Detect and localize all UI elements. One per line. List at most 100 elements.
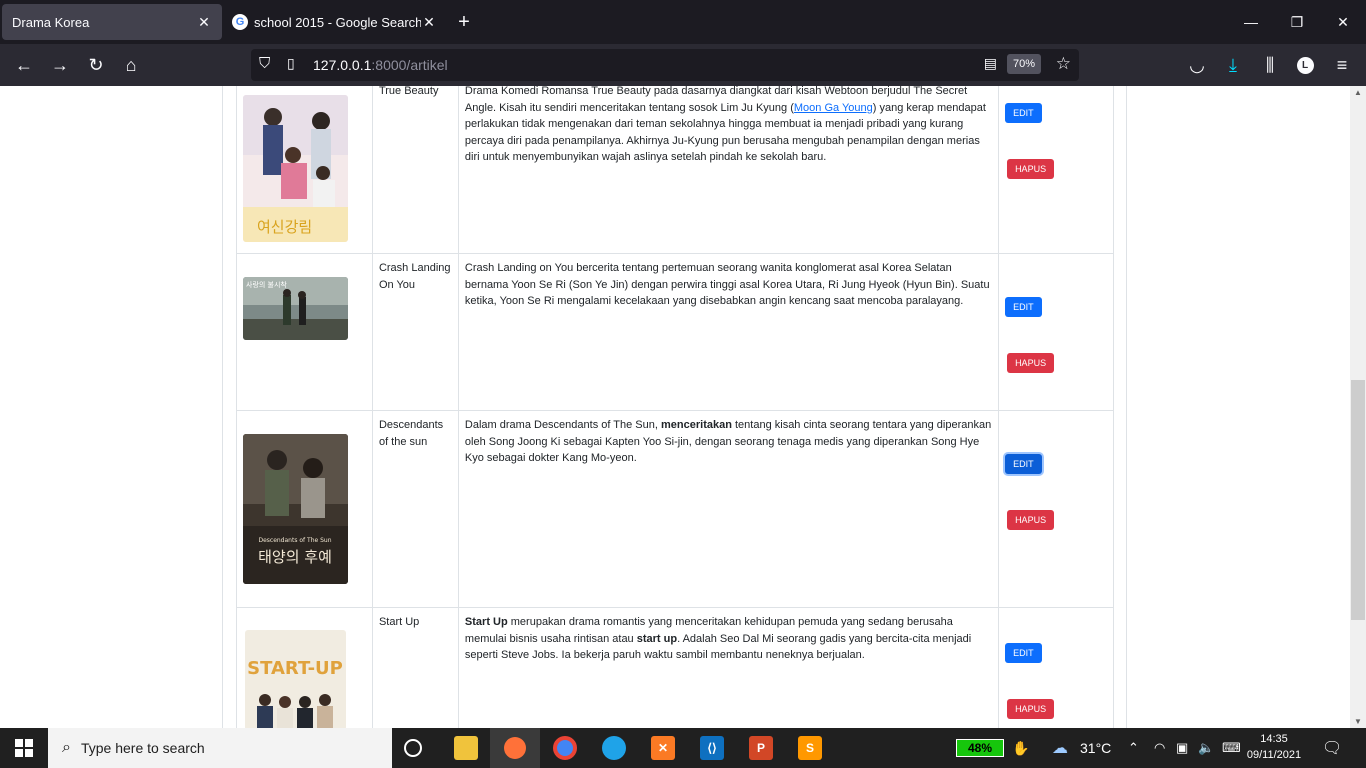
menu-icon[interactable]: ≡ (1329, 52, 1355, 78)
description-bold: Start Up (464, 616, 508, 628)
minimize-icon[interactable]: — (1228, 0, 1274, 44)
scroll-down-icon[interactable]: ▼ (1354, 717, 1362, 726)
description-cell: Start Up merupakan drama romantis yang m… (457, 607, 1000, 728)
forward-icon[interactable]: → (47, 52, 73, 78)
actor-link[interactable]: Moon Ga Young (794, 102, 873, 114)
poster-start-up: START-UP (245, 630, 346, 728)
poster-true-beauty: 여신강림 (243, 95, 348, 242)
date: 09/11/2021 (1246, 749, 1302, 761)
close-tab-icon[interactable]: ✕ (421, 14, 437, 31)
description-cell: Crash Landing on You bercerita tentang p… (457, 253, 1000, 411)
page-icon[interactable]: ▯ (287, 55, 295, 72)
svg-text:태양의 후예: 태양의 후예 (258, 548, 332, 566)
table-row: START-UP Start Up Start Up merupakan dra… (236, 607, 1114, 728)
drama-title: Descendants of the sun (378, 419, 444, 448)
reload-icon[interactable]: ↻ (83, 52, 109, 78)
poster-cell: 여신강림 (236, 86, 373, 254)
description-bold: start up (636, 632, 678, 645)
notifications-icon[interactable]: 🗨 (1322, 728, 1342, 768)
bookmark-star-icon[interactable]: ☆ (1056, 54, 1071, 74)
edit-button[interactable]: EDIT (1005, 103, 1042, 123)
url-bar[interactable]: ⛉ ▯ 127.0.0.1:8000/artikel ▤ 70% ☆ (251, 49, 1079, 81)
close-tab-icon[interactable]: ✕ (196, 14, 212, 31)
svg-text:여신강림: 여신강림 (257, 218, 312, 236)
close-window-icon[interactable]: ✕ (1320, 0, 1366, 44)
tab-label: school 2015 - Google Search (254, 14, 421, 30)
edit-button[interactable]: EDIT (1005, 643, 1042, 663)
google-icon: G (232, 14, 248, 30)
download-icon[interactable]: ⤓ (1220, 52, 1246, 78)
language-icon[interactable]: ⌨ (1222, 728, 1241, 768)
edit-button[interactable]: EDIT (1005, 297, 1042, 317)
xampp-icon[interactable]: ✕ (651, 736, 675, 760)
delete-button[interactable]: HAPUS (1007, 159, 1055, 179)
scroll-up-icon[interactable]: ▲ (1354, 88, 1362, 97)
wifi-icon[interactable]: ◠ (1154, 728, 1165, 768)
volume-icon[interactable]: 🔈 (1198, 728, 1214, 768)
chevron-up-icon[interactable]: ⌃ (1128, 728, 1139, 768)
poster-cell: 사랑의 불시착 (236, 253, 373, 411)
delete-button[interactable]: HAPUS (1007, 510, 1055, 530)
poster-descendants-of-the-sun: Descendants of The Sun 태양의 후예 (243, 434, 348, 584)
title-cell: Descendants of the sun (371, 410, 459, 608)
edit-button[interactable]: EDIT (1005, 454, 1042, 474)
table-row: 여신강림 True Beauty Drama Komedi Romansa Tr… (236, 86, 1114, 254)
description-cell: Dalam drama Descendants of The Sun, menc… (457, 410, 1000, 608)
table-row: Descendants of The Sun 태양의 후예 Descendant… (236, 410, 1114, 608)
shield-icon[interactable]: ⛉ (259, 55, 270, 72)
svg-text:사랑의 불시착: 사랑의 불시착 (246, 280, 287, 289)
temperature[interactable]: 31°C (1080, 728, 1111, 768)
vscode-icon[interactable]: ⟨⟩ (700, 736, 724, 760)
sublime-text-icon[interactable]: S (798, 736, 822, 760)
search-icon: ⌕ (62, 739, 71, 756)
title-cell: Crash Landing On You (371, 253, 459, 411)
tab-bar: Drama Korea ✕ G school 2015 - Google Sea… (0, 0, 1366, 44)
delete-button[interactable]: HAPUS (1007, 699, 1055, 719)
edge-icon[interactable] (602, 736, 626, 760)
account-icon[interactable]: L (1292, 52, 1318, 78)
page-content: 여신강림 True Beauty Drama Komedi Romansa Tr… (0, 86, 1350, 728)
library-icon[interactable]: ⫼ (1257, 52, 1283, 78)
tab-drama-korea[interactable]: Drama Korea ✕ (2, 4, 222, 40)
firefox-icon (504, 737, 526, 759)
touch-icon[interactable]: ✋ (1012, 728, 1029, 768)
new-tab-button[interactable]: + (447, 4, 481, 40)
scrollbar-thumb[interactable] (1351, 380, 1365, 620)
url-text: 127.0.0.1:8000/artikel (313, 57, 448, 73)
windows-icon (15, 739, 33, 757)
action-cell: EDIT HAPUS (998, 86, 1114, 254)
poster-cell: Descendants of The Sun 태양의 후예 (236, 410, 373, 608)
time: 14:35 (1260, 733, 1288, 745)
description-text: Dalam drama Descendants of The Sun, (464, 419, 661, 431)
start-button[interactable] (0, 728, 48, 768)
poster-caption: START-UP (247, 658, 343, 679)
action-cell: EDIT HAPUS (998, 410, 1114, 608)
clock[interactable]: 14:35 09/11/2021 (1242, 731, 1306, 763)
chrome-icon[interactable] (553, 736, 577, 760)
delete-button[interactable]: HAPUS (1007, 353, 1055, 373)
title-cell: Start Up (371, 607, 459, 728)
taskbar-search[interactable]: ⌕ Type here to search (48, 728, 392, 768)
back-icon[interactable]: ← (11, 52, 37, 78)
zoom-level[interactable]: 70% (1006, 54, 1041, 74)
drama-title: Start Up (378, 616, 420, 628)
poster-crash-landing: 사랑의 불시착 (243, 277, 348, 340)
poster-cell: START-UP (236, 607, 373, 728)
reader-view-icon[interactable]: ▤ (984, 55, 997, 72)
tab-label: Drama Korea (12, 14, 90, 30)
powerpoint-icon[interactable]: P (749, 736, 773, 760)
search-placeholder: Type here to search (80, 740, 205, 756)
pocket-icon[interactable]: ◡ (1184, 52, 1210, 78)
home-icon[interactable]: ⌂ (118, 52, 144, 78)
weather-icon[interactable]: ☁ (1052, 728, 1068, 768)
meet-now-icon[interactable]: ▣ (1176, 728, 1188, 768)
description-bold: menceritakan (661, 419, 732, 431)
tab-google-search[interactable]: G school 2015 - Google Search ✕ (222, 4, 447, 40)
task-view-icon[interactable] (404, 739, 422, 757)
title-cell: True Beauty (371, 86, 459, 254)
restore-icon[interactable]: ❐ (1274, 0, 1320, 44)
drama-title: True Beauty (378, 86, 439, 97)
firefox-taskbar-button[interactable] (490, 728, 540, 768)
battery-indicator[interactable]: 48% (956, 739, 1004, 757)
file-explorer-icon[interactable] (454, 736, 478, 760)
